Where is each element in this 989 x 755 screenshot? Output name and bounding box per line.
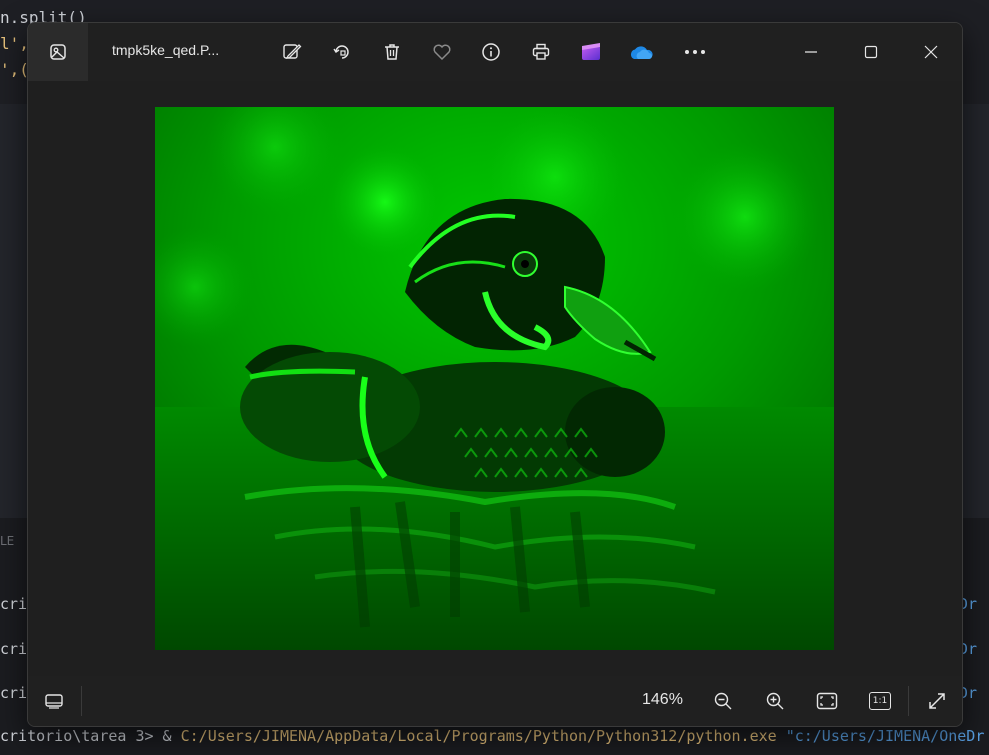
file-title: tmpk5ke_qed.P... <box>112 42 220 58</box>
maximize-icon <box>864 45 878 59</box>
zoom-level: 146% <box>642 691 683 708</box>
fit-to-window-icon <box>816 692 838 710</box>
delete-button[interactable] <box>377 37 407 67</box>
clipchamp-icon <box>582 43 600 60</box>
divider <box>81 686 82 716</box>
code-line: ',( <box>0 60 29 79</box>
photos-app-icon[interactable] <box>28 23 88 81</box>
more-options-button[interactable] <box>680 37 710 67</box>
zoom-in-button[interactable] <box>760 686 790 716</box>
close-button[interactable] <box>916 37 946 67</box>
info-button[interactable] <box>476 37 506 67</box>
terminal-command: C:/Users/JIMENA/AppData/Local/Programs/P… <box>180 727 777 745</box>
maximize-button[interactable] <box>856 37 886 67</box>
panel-tab-label: LE <box>0 534 15 548</box>
fullscreen-button[interactable] <box>922 686 952 716</box>
bottom-bar: 146% 1:1 <box>28 676 962 726</box>
rotate-button[interactable] <box>327 37 357 67</box>
trash-icon <box>385 44 399 60</box>
terminal-command-line: critorio\tarea 3> & C:/Users/JIMENA/AppD… <box>0 727 984 745</box>
rotate-icon <box>333 45 349 59</box>
zoom-out-button[interactable] <box>708 686 738 716</box>
terminal-argument: "c:/Users/JIMENA/OneDr <box>785 727 985 745</box>
more-icon <box>685 50 705 54</box>
divider <box>908 686 909 716</box>
minimize-icon <box>805 51 817 53</box>
code-line: l', <box>0 34 29 53</box>
favorite-button[interactable] <box>427 37 457 67</box>
onedrive-icon <box>630 46 653 59</box>
terminal-prompt: critorio\tarea 3> & <box>0 727 181 745</box>
edit-image-button[interactable] <box>277 37 307 67</box>
heart-icon <box>433 44 451 61</box>
title-bar: tmpk5ke_qed.P... <box>28 23 962 81</box>
actual-size-button[interactable]: 1:1 <box>865 686 895 716</box>
minimize-button[interactable] <box>796 37 826 67</box>
zoom-in-icon <box>766 692 784 710</box>
zoom-out-icon <box>714 692 732 710</box>
actual-size-label: 1:1 <box>869 692 891 710</box>
print-button[interactable] <box>526 37 556 67</box>
filmstrip-button[interactable] <box>39 686 69 716</box>
onedrive-button[interactable] <box>626 37 656 67</box>
printer-icon <box>532 43 550 60</box>
fullscreen-icon <box>929 693 945 709</box>
displayed-photo[interactable] <box>155 107 834 650</box>
edit-image-icon <box>283 44 302 59</box>
close-icon <box>924 45 938 59</box>
info-icon <box>482 43 500 61</box>
photo-viewer-window: tmpk5ke_qed.P... 146% 1:1 <box>27 22 963 727</box>
clipchamp-button[interactable] <box>576 37 606 67</box>
image-canvas[interactable] <box>28 81 962 676</box>
fit-to-window-button[interactable] <box>812 686 842 716</box>
duck-photo-image <box>155 107 834 650</box>
filmstrip-icon <box>45 694 63 709</box>
